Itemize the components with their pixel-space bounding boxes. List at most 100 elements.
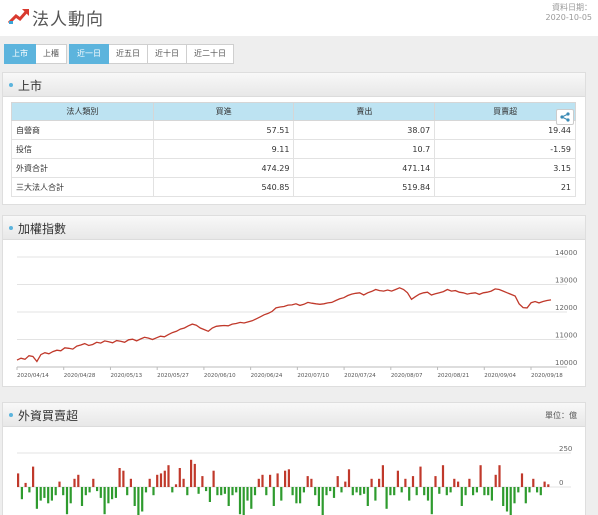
- y-tick-label: 13000: [555, 277, 577, 285]
- foreign-bar: [370, 478, 373, 487]
- foreign-bar: [336, 476, 339, 487]
- foreign-bar: [374, 487, 377, 501]
- foreign-bar: [498, 465, 501, 487]
- foreign-bar: [445, 487, 448, 496]
- table-cell: 外資合計: [11, 158, 154, 178]
- table-cell: 9.11: [152, 139, 295, 159]
- y-tick-label: 14000: [555, 249, 577, 257]
- period-button-20d[interactable]: 近二十日: [187, 44, 234, 64]
- foreign-bar: [43, 487, 46, 498]
- foreign-bar: [438, 487, 441, 494]
- foreign-bar: [366, 487, 369, 506]
- foreign-bar: [272, 487, 275, 506]
- foreign-bar: [47, 487, 50, 504]
- column-header: 買賣超: [434, 102, 576, 121]
- x-tick-label: 2020/07/10: [297, 373, 329, 379]
- foreign-bar: [329, 487, 332, 492]
- foreign-bar: [351, 487, 354, 496]
- foreign-bar: [536, 487, 539, 493]
- period-button-1d[interactable]: 近一日: [69, 44, 109, 64]
- foreign-bar: [295, 487, 298, 504]
- foreign-bar: [426, 487, 430, 501]
- foreign-bar: [363, 487, 366, 494]
- table-row: 三大法人合計 540.85 519.84 21: [11, 177, 576, 197]
- foreign-bar: [62, 487, 65, 496]
- foreign-bar: [419, 466, 422, 487]
- period-button-10d[interactable]: 近十日: [148, 44, 187, 64]
- foreign-bar: [35, 487, 38, 509]
- foreign-bar: [505, 487, 509, 512]
- institutional-table: 法人類別 買進 賣出 買賣超 自營商 57.51 38.07 19.44 投信 …: [11, 102, 576, 197]
- foreign-bar: [88, 487, 91, 493]
- foreign-bar: [381, 465, 384, 487]
- foreign-bar: [411, 476, 415, 487]
- foreign-bar: [280, 487, 283, 501]
- unit-label: 單位：億: [545, 411, 577, 420]
- foreign-bar: [453, 478, 456, 487]
- foreign-bar: [220, 487, 223, 496]
- x-tick-label: 2020/09/04: [484, 373, 516, 379]
- panel-title: 外資買賣超: [18, 409, 79, 423]
- market-toggle: 上市 上櫃: [4, 44, 67, 64]
- table-cell: 自營商: [11, 120, 154, 140]
- foreign-bar: [487, 487, 490, 496]
- table-cell: -1.59: [434, 139, 576, 159]
- foreign-bar: [389, 487, 392, 496]
- foreign-bar: [265, 487, 268, 496]
- y-tick-label: 11000: [555, 332, 577, 340]
- foreign-bar: [475, 487, 478, 493]
- foreign-bar: [20, 487, 23, 500]
- foreign-bar: [299, 487, 302, 504]
- foreign-bar: [80, 487, 84, 506]
- y-tick-label: 250: [559, 445, 572, 453]
- market-button-listed[interactable]: 上市: [4, 44, 36, 64]
- y-tick-label: 10000: [555, 359, 577, 367]
- foreign-bar: [396, 470, 399, 487]
- foreign-bar: [212, 470, 215, 487]
- foreign-bar: [378, 478, 381, 487]
- foreign-bar: [400, 487, 403, 493]
- share-button[interactable]: [556, 109, 574, 125]
- foreign-bar: [235, 487, 238, 493]
- foreign-bar: [302, 487, 305, 493]
- x-tick-label: 2020/05/13: [110, 373, 142, 379]
- panel-title: 上市: [18, 79, 43, 93]
- foreign-bar: [321, 487, 324, 515]
- y-tick-label: 12000: [555, 304, 577, 312]
- table-row: 投信 9.11 10.7 -1.59: [11, 139, 576, 159]
- foreign-bar: [171, 487, 174, 493]
- foreign-bar: [479, 465, 482, 487]
- table-cell: 19.44: [434, 120, 576, 140]
- page-title: 法人動向: [32, 10, 104, 30]
- foreign-bar: [58, 481, 61, 487]
- foreign-bar: [520, 473, 524, 487]
- x-tick-label: 2020/04/28: [64, 373, 96, 379]
- foreign-bar: [502, 487, 505, 506]
- table-cell: 3.15: [434, 158, 576, 178]
- x-tick-label: 2020/09/18: [531, 373, 563, 379]
- table-cell: 38.07: [293, 120, 436, 140]
- foreign-bar: [84, 487, 87, 496]
- foreign-bar: [178, 468, 181, 487]
- table-cell: 519.84: [293, 177, 436, 197]
- foreign-bar: [208, 487, 211, 502]
- foreign-chart-panel: 外資買賣超 單位：億 250 0: [2, 402, 586, 515]
- foreign-bar: [291, 487, 294, 496]
- index-chart-panel: 加權指數 10000 11000 12000 13000 14000 2020/04/14…: [2, 215, 586, 387]
- foreign-bar: [269, 474, 272, 487]
- foreign-bar: [193, 463, 196, 487]
- table-cell: 57.51: [152, 120, 295, 140]
- period-button-5d[interactable]: 近五日: [109, 44, 148, 64]
- foreign-bar: [543, 481, 546, 487]
- foreign-bar: [231, 487, 234, 496]
- foreign-bar: [159, 473, 163, 487]
- foreign-bar: [347, 469, 351, 487]
- foreign-bar: [253, 487, 257, 496]
- foreign-bar: [156, 474, 159, 487]
- foreign-bar: [174, 484, 178, 487]
- market-button-otc[interactable]: 上櫃: [36, 44, 67, 64]
- foreign-bar: [393, 487, 396, 496]
- foreign-bar: [186, 487, 189, 496]
- period-toggle: 近一日 近五日 近十日 近二十日: [69, 44, 234, 64]
- foreign-bar: [73, 478, 76, 487]
